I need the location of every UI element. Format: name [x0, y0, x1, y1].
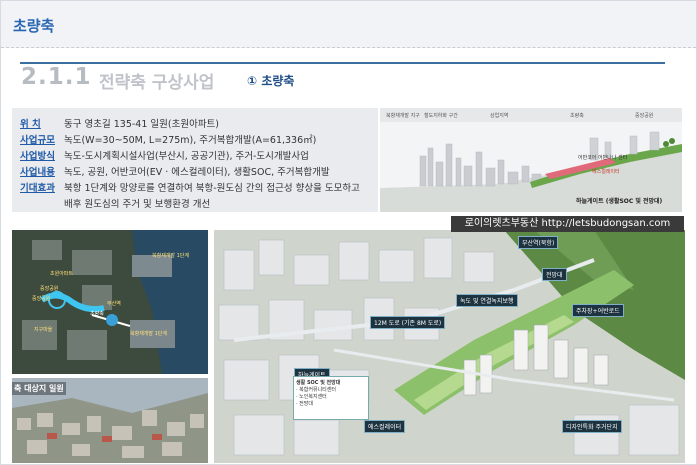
info-value: 북항 1단계와 망양로를 연결하여 북항-원도심 간의 접근성 향상을 도모하고 [64, 183, 360, 194]
legend-item: · 전망대 [296, 401, 313, 407]
header-title: 초량축 [13, 17, 55, 35]
map-label: 초원아파트 [50, 271, 74, 277]
info-key: 기대효과 [20, 183, 55, 194]
legend-item: · 노인복지센터 [296, 394, 327, 400]
aerial-label-greenway: 녹도 및 연결녹지보행 [456, 294, 518, 307]
info-key: 사업방식 [20, 151, 55, 162]
section-subtitle: ① 초량축 [247, 74, 295, 88]
info-value: 녹도(W=30~50M, L=275m), 주거복합개발(A=61,336㎡) [64, 135, 317, 146]
info-key: 위 치 [20, 119, 41, 130]
legend-item: · 복합커뮤니티센터 [296, 387, 336, 393]
cross-label: 어반코어 어반나나 센터 [578, 155, 628, 161]
map-label: 지구마을 [34, 327, 53, 333]
satellite-map: 북항재개발 1단계 부산역 초량축 북항재개발 1단계 초원아파트 중앙공원 중… [12, 230, 208, 374]
map-label: 북항재개발 1단계 [130, 331, 167, 337]
map-label: 부산역 [107, 301, 121, 307]
aerial-label-observatory: 전망대 [542, 268, 567, 281]
aerial-label-escalator: 에스컬레이터 [364, 420, 406, 433]
aerial-legend: 생활 SOC 및 전망대 · 복합커뮤니티센터 · 노인복지센터 · 전망대 [293, 376, 369, 420]
map-label: 중앙공원 [32, 296, 51, 302]
info-key: 사업내용 [20, 167, 55, 178]
info-row-effect: 기대효과 북항 1단계와 망양로를 연결하여 북항-원도심 간의 접근성 향상을 … [20, 180, 360, 194]
legend-item: 생활 SOC 및 전망대 [296, 380, 341, 386]
info-key: 사업규모 [20, 135, 55, 146]
aerial-label-road: 12M 도로 (기존 8M 도로) [370, 316, 446, 329]
site-photo-caption: 축 대상지 일원 [12, 382, 66, 395]
section-title: 전략축 구상사업 [99, 73, 215, 93]
aerial-label-parking: 주차장+어반로드 [572, 304, 624, 317]
info-row-scale: 사업규모 녹도(W=30~50M, L=275m), 주거복합개발(A=61,33… [20, 132, 316, 146]
aerial-label-station: 부산역(북항) [518, 236, 559, 249]
cross-section-illustration: 북항재개발 지구 철도지하화 구간 상업지역 초량축 중앙공원 어반코어 어반나… [380, 108, 682, 212]
map-label: 초량축 [90, 311, 104, 317]
info-value: 동구 영초길 135-41 일원(초원아파트) [64, 119, 220, 130]
info-row-content: 사업내용 녹도, 공원, 어반코어(EV · 에스컬레이터), 생활SOC, 주거… [20, 164, 330, 178]
info-row-location: 위 치 동구 영초길 135-41 일원(초원아파트) [20, 116, 219, 130]
info-value: 녹도-도시계획시설사업(부산시, 공공기관), 주거-도시개발사업 [64, 151, 309, 162]
info-value: 배후 원도심의 주거 및 보행환경 개선 [64, 199, 211, 210]
header-bar: 초량축 [1, 1, 696, 48]
cross-label: 하늘게이트 (생활SOC 및 전망대) [576, 198, 663, 205]
project-info-box: 위 치 동구 영초길 135-41 일원(초원아파트) 사업규모 녹도(W=30~5… [12, 108, 378, 212]
aerial-label-housing: 디자인특화 주거단지 [562, 420, 622, 433]
cross-label: 에스컬레이터 [592, 169, 620, 175]
aerial-rendering: 부산역(북항) 전망대 녹도 및 연결녹지보행 12M 도로 (기존 8M 도로… [214, 230, 685, 463]
section-rule [20, 62, 665, 64]
map-label: 중앙공원 [40, 286, 59, 292]
watermark-banner: 로이의렛츠부동산 http://letsbudongsan.com [451, 216, 684, 232]
info-row-method: 사업방식 녹도-도시계획시설사업(부산시, 공공기관), 주거-도시개발사업 [20, 148, 309, 162]
info-value: 녹도, 공원, 어반코어(EV · 에스컬레이터), 생활SOC, 주거복합개발 [64, 167, 330, 178]
section-number: 2.1.1 [21, 64, 92, 90]
info-row-effect-cont: 배후 원도심의 주거 및 보행환경 개선 [20, 196, 210, 210]
map-label: 북항재개발 1단계 [152, 253, 189, 259]
